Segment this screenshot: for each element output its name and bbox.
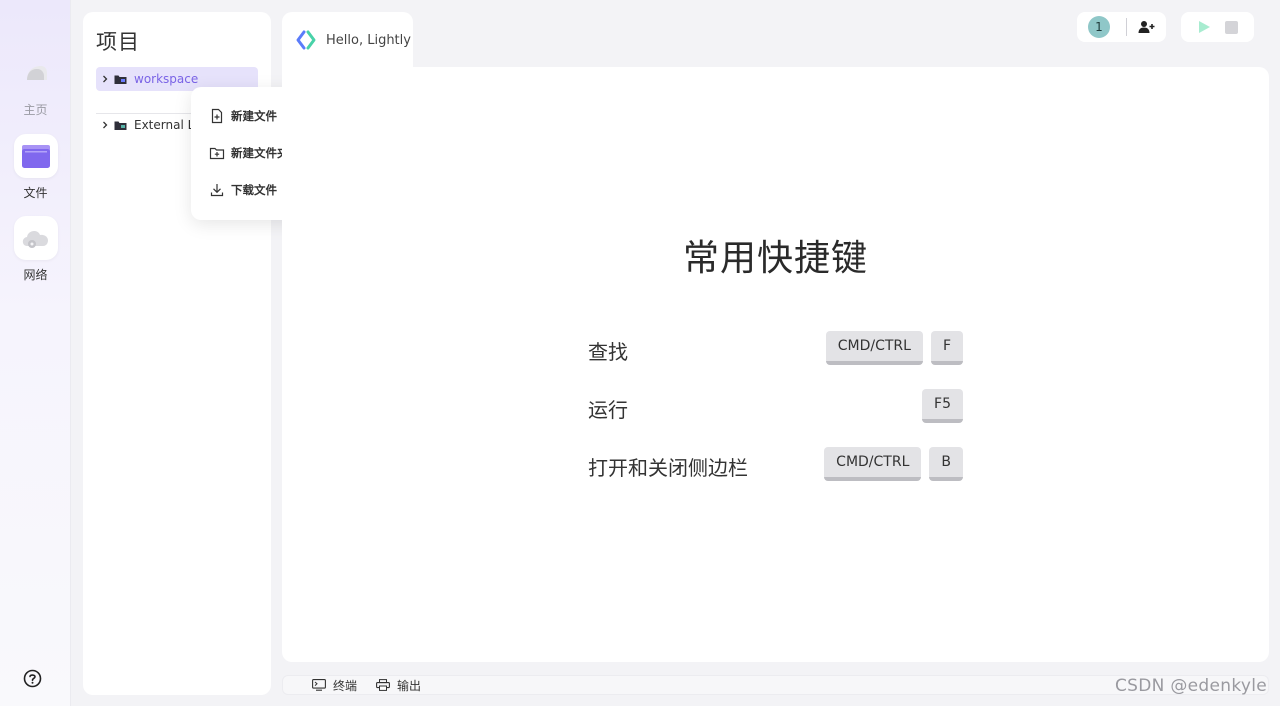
run-controls: [1181, 12, 1254, 42]
terminal-label: 终端: [333, 678, 358, 693]
menu-item-label: 下载文件: [231, 182, 277, 197]
output-tab[interactable]: 输出: [376, 677, 421, 694]
tree-item-label: External Li: [134, 118, 198, 132]
download-icon: [209, 182, 225, 198]
output-label: 输出: [397, 678, 422, 693]
shortcut-row-toggle-sidebar: 打开和关闭侧边栏 CMD/CTRL B: [588, 447, 963, 481]
cloud-network-icon: [13, 216, 58, 260]
main-content: 常用快捷键 查找 CMD/CTRL F 运行 F5 打开和关闭侧边栏 CMD/C…: [282, 67, 1269, 662]
project-title: 项目: [96, 30, 140, 54]
nav-item-network[interactable]: 网络: [0, 216, 71, 283]
key-cap: CMD/CTRL: [825, 331, 923, 365]
add-user-icon[interactable]: [1138, 20, 1155, 34]
tree-item-label: workspace: [134, 72, 199, 86]
menu-item-label: 新建文件: [231, 108, 277, 123]
chevron-right-icon[interactable]: [96, 121, 114, 129]
key-cap: B: [929, 447, 963, 481]
new-folder-icon: [209, 145, 225, 161]
folder-icon: [13, 134, 58, 178]
nav-label-home: 主页: [23, 103, 48, 117]
tab-label: Hello, Lightly: [326, 32, 411, 48]
shortcut-label: 运行: [588, 398, 628, 422]
shortcuts-title: 常用快捷键: [682, 238, 868, 279]
stop-icon[interactable]: [1225, 20, 1238, 34]
watermark: CSDN @edenkyle: [1115, 676, 1268, 696]
run-icon[interactable]: [1197, 20, 1211, 34]
nav-item-home[interactable]: 主页: [0, 51, 71, 118]
key-cap: F: [930, 331, 963, 365]
key-cap: F5: [922, 389, 963, 423]
online-user-count-badge[interactable]: 1: [1088, 16, 1110, 38]
shortcut-row-run: 运行 F5: [588, 389, 963, 423]
terminal-icon: [312, 679, 326, 691]
printer-icon: [376, 679, 390, 691]
shortcut-label: 查找: [588, 340, 628, 364]
folder-icon: [114, 120, 134, 131]
nav-item-files[interactable]: 文件: [0, 134, 71, 201]
nav-rail: 主页 文件 网络: [0, 0, 71, 706]
shortcut-label: 打开和关闭侧边栏: [588, 456, 748, 480]
nav-label-network: 网络: [23, 268, 48, 282]
new-file-icon: [209, 108, 225, 124]
shortcut-row-find: 查找 CMD/CTRL F: [588, 331, 963, 365]
tab-hello-lightly[interactable]: Hello, Lightly: [282, 12, 413, 68]
collaboration-controls: 1: [1077, 12, 1166, 42]
key-cap: CMD/CTRL: [824, 447, 922, 481]
lightly-logo-icon: [295, 29, 317, 51]
menu-item-label: 新建文件夹: [231, 145, 289, 160]
chevron-right-icon[interactable]: [96, 75, 114, 83]
folder-icon: [114, 74, 134, 85]
divider: [1126, 18, 1127, 36]
terminal-tab[interactable]: 终端: [312, 677, 357, 694]
help-circle-icon[interactable]: [23, 669, 42, 688]
nav-label-files: 文件: [23, 186, 48, 200]
home-icon: [14, 51, 58, 95]
